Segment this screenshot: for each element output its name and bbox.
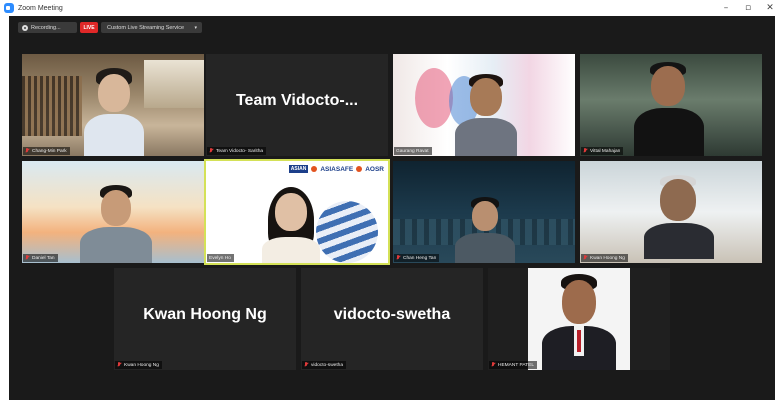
microphone-muted-icon [583,255,588,261]
microphone-muted-icon [491,362,496,368]
participant-nametag: Evelyn Ho [207,254,234,262]
participant-name: Vittal Mahajan [590,148,621,154]
recording-indicator[interactable]: Recording... [18,22,77,33]
participant-nametag: Daniel Tan [23,254,58,262]
participant-name: Chang-Min Park [32,148,67,154]
live-stream-dropdown[interactable]: Custom Live Streaming Service ▾ [101,22,202,33]
participant-name: Chan Heng Tan [403,255,437,261]
microphone-muted-icon [209,148,214,154]
video-tile-evelyn-ho[interactable]: ASIAN ASIASAFE AOSR Evelyn Ho [204,159,390,265]
participant-nametag: Chan Heng Tan [394,254,440,262]
participant-name: Daniel Tan [32,255,55,261]
microphone-muted-icon [25,255,30,261]
maximize-button[interactable]: ▫ [737,0,759,16]
asiasafe-logo-icon [311,166,318,172]
microphone-muted-icon [25,148,30,154]
bookshelf-background [22,76,82,136]
participant-name: HEMANT PATEL [498,362,534,368]
video-tile-kwan-hoong-ng-2[interactable]: Kwan Hoong Ng Kwan Hoong Ng [114,268,296,370]
microphone-muted-icon [583,148,588,154]
participant-nametag: HEMANT PATEL [489,361,537,369]
video-tile-daniel-tan[interactable]: Daniel Tan [22,161,204,263]
recording-icon [22,24,28,31]
video-tile-gaurang-ravat[interactable]: Gaurang Ravat [393,54,575,156]
microphone-muted-icon [117,362,122,368]
video-tile-team-vidocto-saritha[interactable]: Team Vidocto-... Team Vidocto- Saritha [206,54,388,156]
close-button[interactable]: ✕ [759,0,781,16]
participant-name: Kwan Hoong Ng [590,255,625,261]
participant-nametag: vidocto-swetha [302,361,346,369]
video-tile-hemant-patel[interactable]: HEMANT PATEL [488,268,670,370]
stream-service-label: Custom Live Streaming Service [107,24,185,31]
logo-aosr: AOSR [365,165,384,173]
participant-nametag: Gaurang Ravat [394,147,432,155]
microphone-muted-icon [396,255,401,261]
participant-display-name: Kwan Hoong Ng [143,306,267,323]
video-tile-vittal-mahajan[interactable]: Vittal Mahajan [580,54,762,156]
sponsor-logos: ASIAN ASIASAFE AOSR [288,165,384,173]
zoom-app-icon [4,3,14,13]
participant-nametag: Kwan Hoong Ng [115,361,162,369]
participant-name: Team Vidocto- Saritha [216,148,264,154]
aosr-logo-icon [356,166,363,172]
participant-display-name: vidocto-swetha [333,306,451,323]
recording-label: Recording... [31,24,61,31]
meeting-gallery: Recording... LIVE Custom Live Streaming … [9,16,775,400]
window-titlebar: Zoom Meeting – ▫ ✕ [0,0,781,16]
participant-display-name: Team Vidocto-... [235,92,359,109]
video-tile-chan-heng-tan[interactable]: Chan Heng Tan [393,161,575,263]
window-background [144,60,204,108]
window-controls: – ▫ ✕ [715,0,781,16]
window-title: Zoom Meeting [18,4,63,12]
participant-name: Gaurang Ravat [396,148,429,154]
participant-name: vidocto-swetha [311,362,343,368]
participant-nametag: Chang-Min Park [23,147,70,155]
logo-asiasafe: ASIASAFE [320,165,354,173]
video-tile-chang-min-park[interactable]: Chang-Min Park [22,54,204,156]
minimize-button[interactable]: – [715,0,737,16]
participant-nametag: Kwan Hoong Ng [581,254,628,262]
globe-graphic [316,201,378,263]
logo-box: ASIAN [288,165,309,173]
chevron-down-icon: ▾ [194,24,197,31]
participant-nametag: Vittal Mahajan [581,147,624,155]
participant-name: Evelyn Ho [209,255,231,261]
video-tile-kwan-hoong-ng[interactable]: Kwan Hoong Ng [580,161,762,263]
participant-name: Kwan Hoong Ng [124,362,159,368]
video-tile-vidocto-swetha[interactable]: vidocto-swetha vidocto-swetha [301,268,483,370]
background-art [415,68,453,128]
microphone-muted-icon [304,362,309,368]
participant-nametag: Team Vidocto- Saritha [207,147,267,155]
live-badge: LIVE [80,22,98,33]
